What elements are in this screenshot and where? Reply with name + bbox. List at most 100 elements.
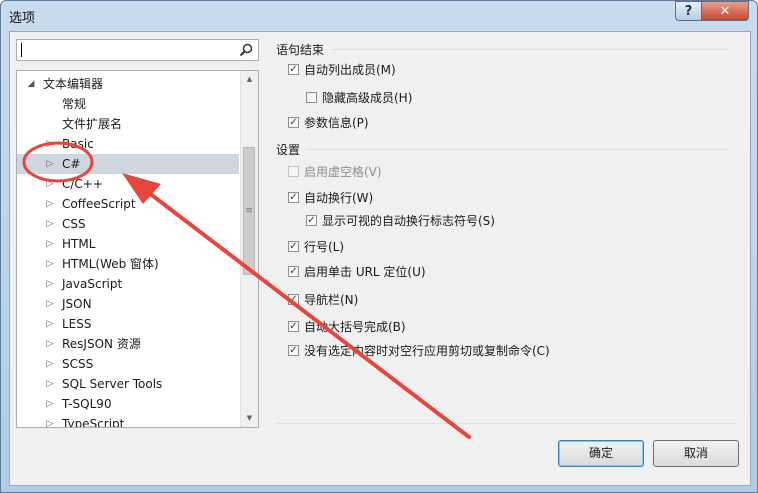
tree-node-resjson[interactable]: ▷ ResJSON 资源 [17,334,239,354]
collapsed-arrow-icon[interactable]: ▷ [45,314,55,334]
collapsed-arrow-icon[interactable]: ▷ [45,134,55,154]
tree-node-label: TypeScript [62,417,125,428]
checkbox-checked-icon[interactable]: ✓ [288,117,299,128]
scroll-up-icon[interactable]: ▲ [241,71,258,88]
collapsed-arrow-icon[interactable]: ▷ [45,334,55,354]
close-icon: ✕ [719,3,731,19]
cancel-button[interactable]: 取消 [653,440,739,467]
tree-node-label: C# [62,157,81,171]
settings-group: 设置 [276,141,728,157]
collapsed-arrow-icon[interactable]: ▷ [45,294,55,314]
help-button[interactable]: ? [675,1,702,21]
collapsed-arrow-icon[interactable]: ▷ [45,414,55,427]
help-icon: ? [684,3,693,19]
tree-node-javascript[interactable]: ▷ JavaScript [17,274,239,294]
options-panel: 语句结束 ✓ 自动列出成员(M) 隐藏高级成员(H) ✓ 参数信息(P) 设置 [276,32,746,432]
tree-node-label: 文件扩展名 [62,117,123,131]
group-divider [332,49,728,50]
tree-node-css[interactable]: ▷ CSS [17,214,239,234]
option-label: 隐藏高级成员(H) [322,91,413,105]
collapsed-arrow-icon[interactable]: ▷ [45,254,55,274]
collapsed-arrow-icon[interactable]: ▷ [45,234,55,254]
collapsed-arrow-icon[interactable]: ▷ [45,354,55,374]
collapsed-arrow-icon[interactable]: ▷ [45,274,55,294]
checkbox-checked-icon[interactable]: ✓ [288,64,299,75]
tree-node-csharp[interactable]: ▷ C# [17,154,239,174]
tree-node-coffeescript[interactable]: ▷ CoffeeScript [17,194,239,214]
option-label: 自动大括号完成(B) [304,320,406,334]
checkbox-checked-icon[interactable]: ✓ [288,266,299,277]
tree-node-cpp[interactable]: ▷ C/C++ [17,174,239,194]
dialog-body: ◢ 文本编辑器 常规 文件扩展名 ▷ Basic ▷ C# ▷ C/C++ ▷ … [9,31,751,486]
checkbox-unchecked-icon[interactable] [306,92,317,103]
checkbox-checked-icon[interactable]: ✓ [306,215,317,226]
tree-node-file-extension[interactable]: 文件扩展名 [17,114,239,134]
tree-node-label: JSON [62,297,92,311]
window-title: 选项 [9,11,36,26]
tree-node-label: SQL Server Tools [62,377,163,391]
options-dialog: 选项 ? ✕ ◢ 文本编辑器 常规 文件扩展名 ▷ Basic ▷ C# ▷ C… [0,0,758,493]
tree-node-label: HTML(Web 窗体) [62,257,159,271]
collapsed-arrow-icon[interactable]: ▷ [45,374,55,394]
collapsed-arrow-icon[interactable]: ▷ [45,154,55,174]
ok-button[interactable]: 确定 [558,440,644,467]
tree-node-general[interactable]: 常规 [17,94,239,114]
group-divider [306,149,728,150]
checkbox-disabled-icon [288,166,299,177]
collapsed-arrow-icon[interactable]: ▷ [45,174,55,194]
tree-node-basic[interactable]: ▷ Basic [17,134,239,154]
footer-divider [276,423,736,424]
option-label: 启用单击 URL 定位(U) [304,265,426,279]
group-heading: 语句结束 [276,43,325,57]
close-button[interactable]: ✕ [701,1,749,21]
checkbox-checked-icon[interactable]: ✓ [288,241,299,252]
search-input[interactable] [16,39,259,61]
tree-node-label: 常规 [62,97,87,111]
option-label: 显示可视的自动换行标志符号(S) [322,214,495,228]
option-label: 自动换行(W) [304,191,374,205]
option-label: 行号(L) [304,240,345,254]
tree-node-label: CoffeeScript [62,197,136,211]
scroll-down-icon[interactable]: ▼ [241,410,258,427]
scroll-thumb[interactable]: ≡ [243,147,255,275]
tree-node-less[interactable]: ▷ LESS [17,314,239,334]
tree-scrollbar[interactable]: ▲ ≡ ▼ [240,71,258,427]
title-bar: 选项 ? ✕ [1,1,757,31]
tree-node-label: T-SQL90 [62,397,112,411]
tree-node-tsql90[interactable]: ▷ T-SQL90 [17,394,239,414]
option-label: 自动列出成员(M) [304,63,396,77]
tree-node-html-webforms[interactable]: ▷ HTML(Web 窗体) [17,254,239,274]
tree-node-label: Basic [62,137,94,151]
option-label: 导航栏(N) [304,293,359,307]
collapsed-arrow-icon[interactable]: ▷ [45,394,55,414]
checkbox-checked-icon[interactable]: ✓ [288,294,299,305]
tree-node-label: JavaScript [62,277,123,291]
checkbox-checked-icon[interactable]: ✓ [288,321,299,332]
checkbox-checked-icon[interactable]: ✓ [288,345,299,356]
checkbox-checked-icon[interactable]: ✓ [288,192,299,203]
tree-node-html[interactable]: ▷ HTML [17,234,239,254]
tree-node-text-editor[interactable]: ◢ 文本编辑器 [17,74,239,94]
option-label: 参数信息(P) [304,116,369,130]
tree-node-label: 文本编辑器 [43,77,104,91]
tree-node-label: CSS [62,217,86,231]
tree-node-label: LESS [62,317,92,331]
tree-node-sql-server-tools[interactable]: ▷ SQL Server Tools [17,374,239,394]
group-heading: 设置 [276,143,301,157]
tree-node-label: HTML [62,237,96,251]
statement-completion-group: 语句结束 [276,41,728,57]
expanded-arrow-icon[interactable]: ◢ [26,74,36,94]
tree-node-scss[interactable]: ▷ SCSS [17,354,239,374]
options-tree: ◢ 文本编辑器 常规 文件扩展名 ▷ Basic ▷ C# ▷ C/C++ ▷ … [16,70,259,428]
tree-node-label: C/C++ [62,177,103,191]
text-cursor [21,43,22,57]
tree-node-json[interactable]: ▷ JSON [17,294,239,314]
tree-node-label: SCSS [62,357,94,371]
tree-node-typescript[interactable]: ▷ TypeScript [17,414,239,428]
magnifier-icon[interactable] [239,43,253,57]
tree-node-label: ResJSON 资源 [62,337,141,351]
collapsed-arrow-icon[interactable]: ▷ [45,214,55,234]
collapsed-arrow-icon[interactable]: ▷ [45,194,55,214]
option-label: 没有选定内容时对空行应用剪切或复制命令(C) [304,344,550,358]
option-label: 启用虚空格(V) [304,165,382,179]
